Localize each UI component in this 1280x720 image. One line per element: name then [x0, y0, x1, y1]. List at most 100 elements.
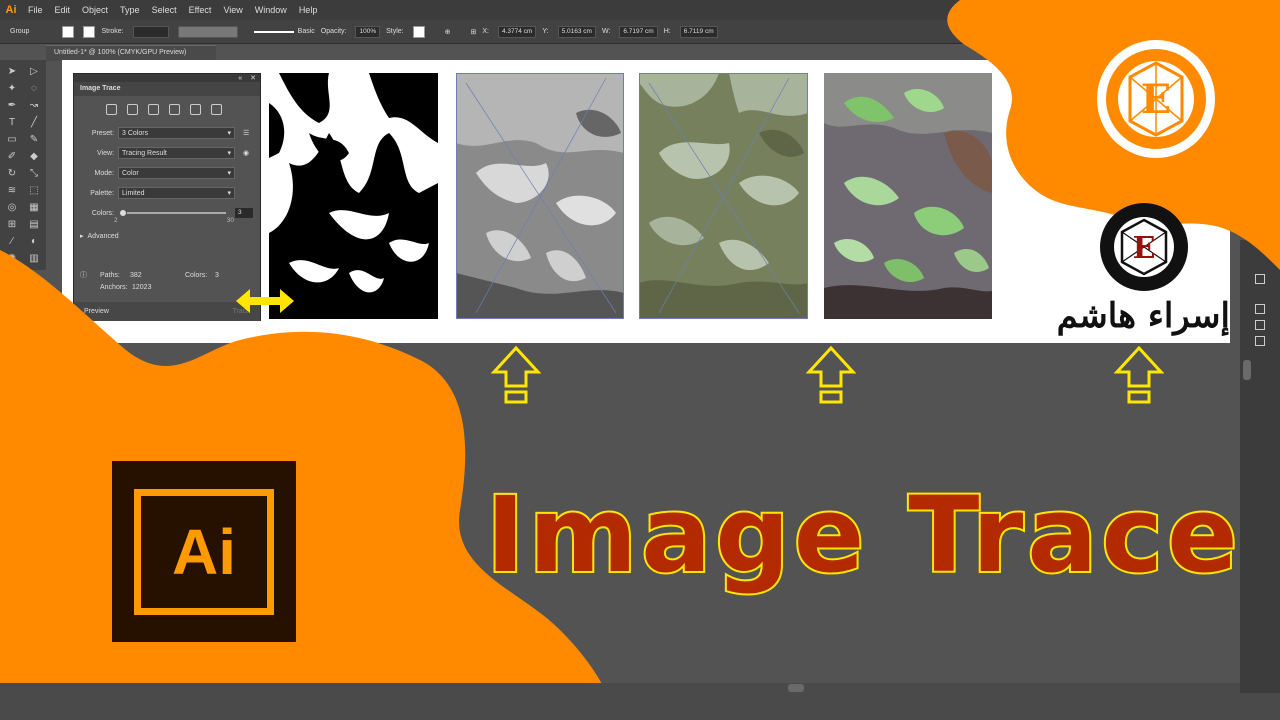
right-dock — [1240, 240, 1280, 693]
properties-icon[interactable] — [1255, 274, 1265, 284]
panel-title: Image Trace — [74, 82, 260, 96]
tools-panel: ➤ ▷ ✦ ◌ ✒ ↝ T ╱ ▭ ✎ ✐ ◆ ↻ ⤡ ≋ ⬚ ◎ ▦ ⊞ ▤ … — [0, 60, 46, 270]
gradient-tool-icon[interactable]: ▤ — [23, 216, 45, 233]
preset-label: Preset: — [91, 129, 114, 137]
lasso-tool-icon[interactable]: ◌ — [23, 80, 45, 97]
mode-label: Mode: — [94, 169, 114, 177]
opacity-label: Opacity: — [320, 28, 347, 35]
style-swatch[interactable] — [412, 25, 425, 38]
author-name: إسراء هاشم — [1056, 296, 1230, 336]
selection-tool-icon[interactable]: ➤ — [1, 63, 23, 80]
fill-swatch[interactable] — [62, 25, 75, 38]
black-white-preset-icon[interactable] — [190, 104, 201, 115]
w-label: W: — [601, 28, 611, 35]
slider-max-label: 30 — [226, 217, 234, 224]
x-field[interactable]: 4.3774 cm — [497, 25, 537, 38]
view-select[interactable]: Tracing Result ▾ — [118, 147, 235, 159]
menu-effect[interactable]: Effect — [183, 5, 218, 15]
menu-file[interactable]: File — [22, 5, 49, 15]
menu-type[interactable]: Type — [114, 5, 146, 15]
channel-logo-letter-black: E — [1133, 231, 1156, 266]
scale-tool-icon[interactable]: ⤡ — [23, 165, 45, 182]
colors-slider[interactable] — [119, 209, 226, 217]
horizontal-scrollbar-thumb[interactable] — [788, 684, 804, 692]
channel-logo-letter-orange: E — [1141, 76, 1172, 123]
blend-tool-icon[interactable]: ◐ — [23, 233, 45, 250]
eye-icon[interactable]: ◉ — [243, 149, 249, 157]
artboards-icon[interactable] — [1255, 336, 1265, 346]
h-field[interactable]: 6.7119 cm — [679, 25, 718, 38]
horizontal-scrollbar[interactable] — [0, 683, 1240, 693]
palette-select[interactable]: Limited ▾ — [118, 187, 235, 199]
variable-width-field[interactable] — [177, 25, 238, 38]
brush-stroke-preview — [253, 30, 294, 33]
stroke-weight-field[interactable] — [132, 25, 169, 38]
libraries-icon[interactable] — [1255, 304, 1265, 314]
rectangle-tool-icon[interactable]: ▭ — [1, 131, 23, 148]
vertical-scrollbar-thumb[interactable] — [1243, 360, 1251, 380]
channel-logo-orange: E — [1097, 40, 1215, 158]
rotate-tool-icon[interactable]: ↻ — [1, 165, 23, 182]
menu-select[interactable]: Select — [146, 5, 183, 15]
pen-tool-icon[interactable]: ✒ — [1, 97, 23, 114]
w-field[interactable]: 6.7197 cm — [619, 25, 658, 38]
shaper-tool-icon[interactable]: ✐ — [1, 148, 23, 165]
close-panel-icon[interactable]: ✕ — [250, 74, 256, 82]
trace-result-3-colors[interactable] — [639, 73, 808, 319]
direct-selection-tool-icon[interactable]: ▷ — [23, 63, 45, 80]
colors-field[interactable]: 3 — [234, 207, 254, 219]
document-tab[interactable]: Untitled-1* @ 100% (CMYK/GPU Preview) — [46, 45, 216, 61]
x-label: X: — [482, 28, 489, 35]
advanced-toggle[interactable]: Advanced — [88, 233, 119, 240]
brush-basic-label[interactable]: Basic — [298, 28, 315, 35]
perspective-grid-tool-icon[interactable]: ▦ — [23, 199, 45, 216]
app-logo[interactable]: Ai — [0, 0, 22, 20]
align-icon[interactable]: ⊞ — [470, 28, 476, 36]
chevron-down-icon: ▾ — [227, 170, 231, 177]
menu-edit[interactable]: Edit — [49, 5, 77, 15]
shape-builder-tool-icon[interactable]: ◎ — [1, 199, 23, 216]
stroke-swatch[interactable] — [83, 25, 96, 38]
paintbrush-tool-icon[interactable]: ✎ — [23, 131, 45, 148]
menu-window[interactable]: Window — [249, 5, 293, 15]
outline-preset-icon[interactable] — [211, 104, 222, 115]
magic-wand-tool-icon[interactable]: ✦ — [1, 80, 23, 97]
illustrator-logo-text: Ai — [134, 488, 274, 615]
view-label: View: — [97, 149, 114, 157]
eyedropper-tool-icon[interactable]: ⁄ — [1, 233, 23, 250]
chevron-down-icon: ▾ — [227, 130, 231, 137]
layers-icon[interactable] — [1255, 320, 1265, 330]
menu-help[interactable]: Help — [293, 5, 324, 15]
colors-label: Colors: — [91, 209, 114, 217]
selection-type-label: Group — [10, 28, 30, 35]
globe-icon[interactable]: ⊕ — [445, 28, 451, 36]
up-arrow-2 — [806, 346, 856, 404]
mesh-tool-icon[interactable]: ⊞ — [1, 216, 23, 233]
mode-select[interactable]: Color ▾ — [118, 167, 235, 179]
illustrator-logo: Ai — [112, 461, 296, 642]
collapse-panel-icon[interactable]: « — [238, 75, 242, 82]
preset-select[interactable]: 3 Colors ▾ — [118, 127, 235, 139]
grayscale-preset-icon[interactable] — [169, 104, 180, 115]
palette-label: Palette: — [90, 189, 114, 197]
free-transform-tool-icon[interactable]: ⬚ — [23, 182, 45, 199]
auto-color-preset-icon[interactable] — [106, 104, 117, 115]
width-tool-icon[interactable]: ≋ — [1, 182, 23, 199]
opacity-field[interactable]: 100% — [355, 25, 381, 38]
preset-menu-icon[interactable]: ☰ — [243, 129, 249, 137]
low-color-preset-icon[interactable] — [148, 104, 159, 115]
slider-min-label: 2 — [114, 217, 118, 224]
line-tool-icon[interactable]: ╱ — [23, 114, 45, 131]
eraser-tool-icon[interactable]: ◆ — [23, 148, 45, 165]
disclosure-triangle-icon[interactable]: ▸ — [80, 232, 84, 240]
style-label: Style: — [386, 28, 404, 35]
y-field[interactable]: 5.0163 cm — [557, 25, 596, 38]
menu-view[interactable]: View — [217, 5, 248, 15]
high-color-preset-icon[interactable] — [127, 104, 138, 115]
colors-slider-knob[interactable] — [119, 209, 127, 217]
type-tool-icon[interactable]: T — [1, 114, 23, 131]
menu-object[interactable]: Object — [76, 5, 114, 15]
chevron-down-icon: ▾ — [227, 150, 231, 157]
curvature-tool-icon[interactable]: ↝ — [23, 97, 45, 114]
stroke-label: Stroke: — [101, 28, 124, 35]
